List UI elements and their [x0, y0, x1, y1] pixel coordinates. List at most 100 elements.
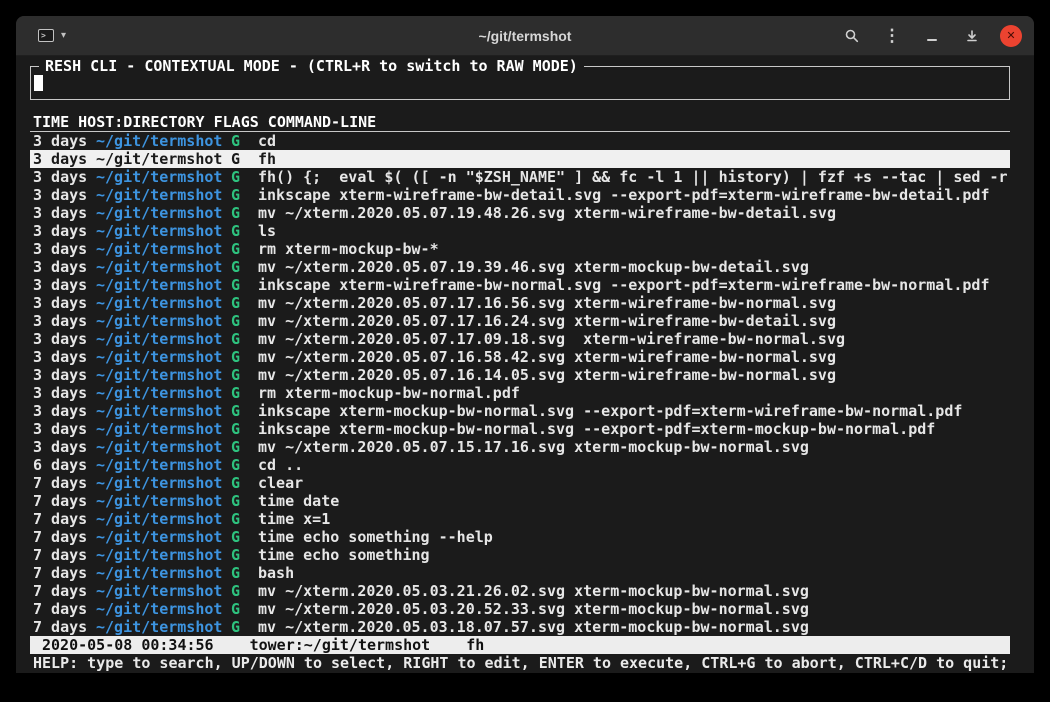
history-row[interactable]: 3 days ~/git/termshot G mv ~/xterm.2020.…	[30, 330, 1010, 348]
row-directory: ~/git/termshot	[96, 474, 231, 492]
row-directory: ~/git/termshot	[96, 546, 231, 564]
history-row[interactable]: 3 days ~/git/termshot G inkscape xterm-w…	[30, 276, 1010, 294]
history-row[interactable]: 7 days ~/git/termshot G mv ~/xterm.2020.…	[30, 600, 1010, 618]
row-flags: G	[231, 618, 258, 636]
row-time: 3 days	[33, 384, 96, 402]
history-row[interactable]: 7 days ~/git/termshot G time echo someth…	[30, 546, 1010, 564]
history-row[interactable]: 3 days ~/git/termshot G mv ~/xterm.2020.…	[30, 438, 1010, 456]
restore-button[interactable]	[960, 24, 984, 48]
new-terminal-button[interactable]: ▾	[30, 25, 74, 46]
row-time: 7 days	[33, 600, 96, 618]
history-row[interactable]: 7 days ~/git/termshot G bash	[30, 564, 1010, 582]
history-row[interactable]: 3 days ~/git/termshot G mv ~/xterm.2020.…	[30, 258, 1010, 276]
row-command: rm xterm-mockup-bw-*	[258, 240, 1010, 258]
row-time: 7 days	[33, 546, 96, 564]
history-row[interactable]: 3 days ~/git/termshot G rm xterm-mockup-…	[30, 384, 1010, 402]
row-flags: G	[231, 600, 258, 618]
row-flags: G	[231, 492, 258, 510]
row-command: inkscape xterm-wireframe-bw-detail.svg -…	[258, 186, 1010, 204]
history-row[interactable]: 3 days ~/git/termshot G inkscape xterm-m…	[30, 402, 1010, 420]
search-button[interactable]	[840, 24, 864, 48]
status-command: fh	[466, 636, 484, 654]
row-time: 3 days	[33, 150, 96, 168]
row-directory: ~/git/termshot	[96, 168, 231, 186]
history-row[interactable]: 3 days ~/git/termshot G mv ~/xterm.2020.…	[30, 294, 1010, 312]
history-row[interactable]: 7 days ~/git/termshot G time echo someth…	[30, 528, 1010, 546]
row-flags: G	[231, 366, 258, 384]
history-row[interactable]: 7 days ~/git/termshot G clear	[30, 474, 1010, 492]
history-row[interactable]: 3 days ~/git/termshot G rm xterm-mockup-…	[30, 240, 1010, 258]
resh-search-box[interactable]: RESH CLI - CONTEXTUAL MODE - (CTRL+R to …	[30, 66, 1010, 100]
row-flags: G	[231, 402, 258, 420]
row-time: 3 days	[33, 348, 96, 366]
menu-button[interactable]: ⋮	[880, 24, 904, 48]
history-row[interactable]: 3 days ~/git/termshot G inkscape xterm-m…	[30, 420, 1010, 438]
close-button[interactable]: ✕	[1000, 25, 1022, 47]
row-time: 3 days	[33, 366, 96, 384]
row-directory: ~/git/termshot	[96, 618, 231, 636]
row-command: inkscape xterm-mockup-bw-normal.svg --ex…	[258, 420, 1010, 438]
row-flags: G	[231, 474, 258, 492]
row-time: 3 days	[33, 438, 96, 456]
minimize-icon	[927, 39, 937, 41]
minimize-button[interactable]	[920, 24, 944, 48]
row-directory: ~/git/termshot	[96, 258, 231, 276]
row-directory: ~/git/termshot	[96, 492, 231, 510]
history-row[interactable]: 3 days ~/git/termshot G fh() {; eval $( …	[30, 168, 1010, 186]
history-row[interactable]: 3 days ~/git/termshot G ls	[30, 222, 1010, 240]
history-row[interactable]: 7 days ~/git/termshot G time date	[30, 492, 1010, 510]
row-command: mv ~/xterm.2020.05.03.21.26.02.svg xterm…	[258, 582, 1010, 600]
row-directory: ~/git/termshot	[96, 240, 231, 258]
row-time: 3 days	[33, 420, 96, 438]
row-flags: G	[231, 204, 258, 222]
row-time: 3 days	[33, 240, 96, 258]
row-flags: G	[231, 222, 258, 240]
history-row[interactable]: 3 days ~/git/termshot G inkscape xterm-w…	[30, 186, 1010, 204]
row-directory: ~/git/termshot	[96, 294, 231, 312]
resh-cli: RESH CLI - CONTEXTUAL MODE - (CTRL+R to …	[30, 66, 1010, 672]
row-flags: G	[231, 312, 258, 330]
row-directory: ~/git/termshot	[96, 600, 231, 618]
row-command: mv ~/xterm.2020.05.03.18.07.57.svg xterm…	[258, 618, 1010, 636]
row-time: 7 days	[33, 528, 96, 546]
history-row[interactable]: 7 days ~/git/termshot G time x=1	[30, 510, 1010, 528]
titlebar-left: ▾	[16, 25, 74, 46]
row-flags: G	[231, 546, 258, 564]
row-time: 3 days	[33, 204, 96, 222]
row-command: mv ~/xterm.2020.05.07.17.16.24.svg xterm…	[258, 312, 1010, 330]
row-flags: G	[231, 258, 258, 276]
titlebar-controls: ⋮ ✕	[840, 24, 1034, 48]
terminal-window: ▾ ~/git/termshot ⋮	[16, 16, 1034, 673]
row-flags: G	[231, 132, 258, 150]
history-row[interactable]: 7 days ~/git/termshot G mv ~/xterm.2020.…	[30, 582, 1010, 600]
history-row[interactable]: 3 days ~/git/termshot G mv ~/xterm.2020.…	[30, 348, 1010, 366]
row-directory: ~/git/termshot	[96, 528, 231, 546]
row-command: ls	[258, 222, 1010, 240]
row-time: 7 days	[33, 564, 96, 582]
history-row[interactable]: 6 days ~/git/termshot G cd ..	[30, 456, 1010, 474]
row-command: inkscape xterm-wireframe-bw-normal.svg -…	[258, 276, 1010, 294]
row-flags: G	[231, 582, 258, 600]
history-row[interactable]: 3 days ~/git/termshot G mv ~/xterm.2020.…	[30, 204, 1010, 222]
help-line: HELP: type to search, UP/DOWN to select,…	[30, 654, 1010, 672]
row-time: 3 days	[33, 402, 96, 420]
titlebar[interactable]: ▾ ~/git/termshot ⋮	[16, 16, 1034, 56]
row-directory: ~/git/termshot	[96, 564, 231, 582]
row-command: mv ~/xterm.2020.05.07.15.17.16.svg xterm…	[258, 438, 1010, 456]
row-directory: ~/git/termshot	[96, 510, 231, 528]
restore-icon	[965, 29, 979, 43]
history-row[interactable]: 3 days ~/git/termshot G fh	[30, 150, 1010, 168]
row-directory: ~/git/termshot	[96, 222, 231, 240]
row-directory: ~/git/termshot	[96, 384, 231, 402]
row-flags: G	[231, 456, 258, 474]
terminal-screen[interactable]: RESH CLI - CONTEXTUAL MODE - (CTRL+R to …	[16, 56, 1034, 673]
history-row[interactable]: 3 days ~/git/termshot G cd	[30, 132, 1010, 150]
history-row[interactable]: 3 days ~/git/termshot G mv ~/xterm.2020.…	[30, 312, 1010, 330]
row-flags: G	[231, 528, 258, 546]
row-time: 3 days	[33, 294, 96, 312]
row-command: mv ~/xterm.2020.05.07.17.16.56.svg xterm…	[258, 294, 1010, 312]
history-row[interactable]: 7 days ~/git/termshot G mv ~/xterm.2020.…	[30, 618, 1010, 636]
row-directory: ~/git/termshot	[96, 132, 231, 150]
row-flags: G	[231, 294, 258, 312]
history-row[interactable]: 3 days ~/git/termshot G mv ~/xterm.2020.…	[30, 366, 1010, 384]
